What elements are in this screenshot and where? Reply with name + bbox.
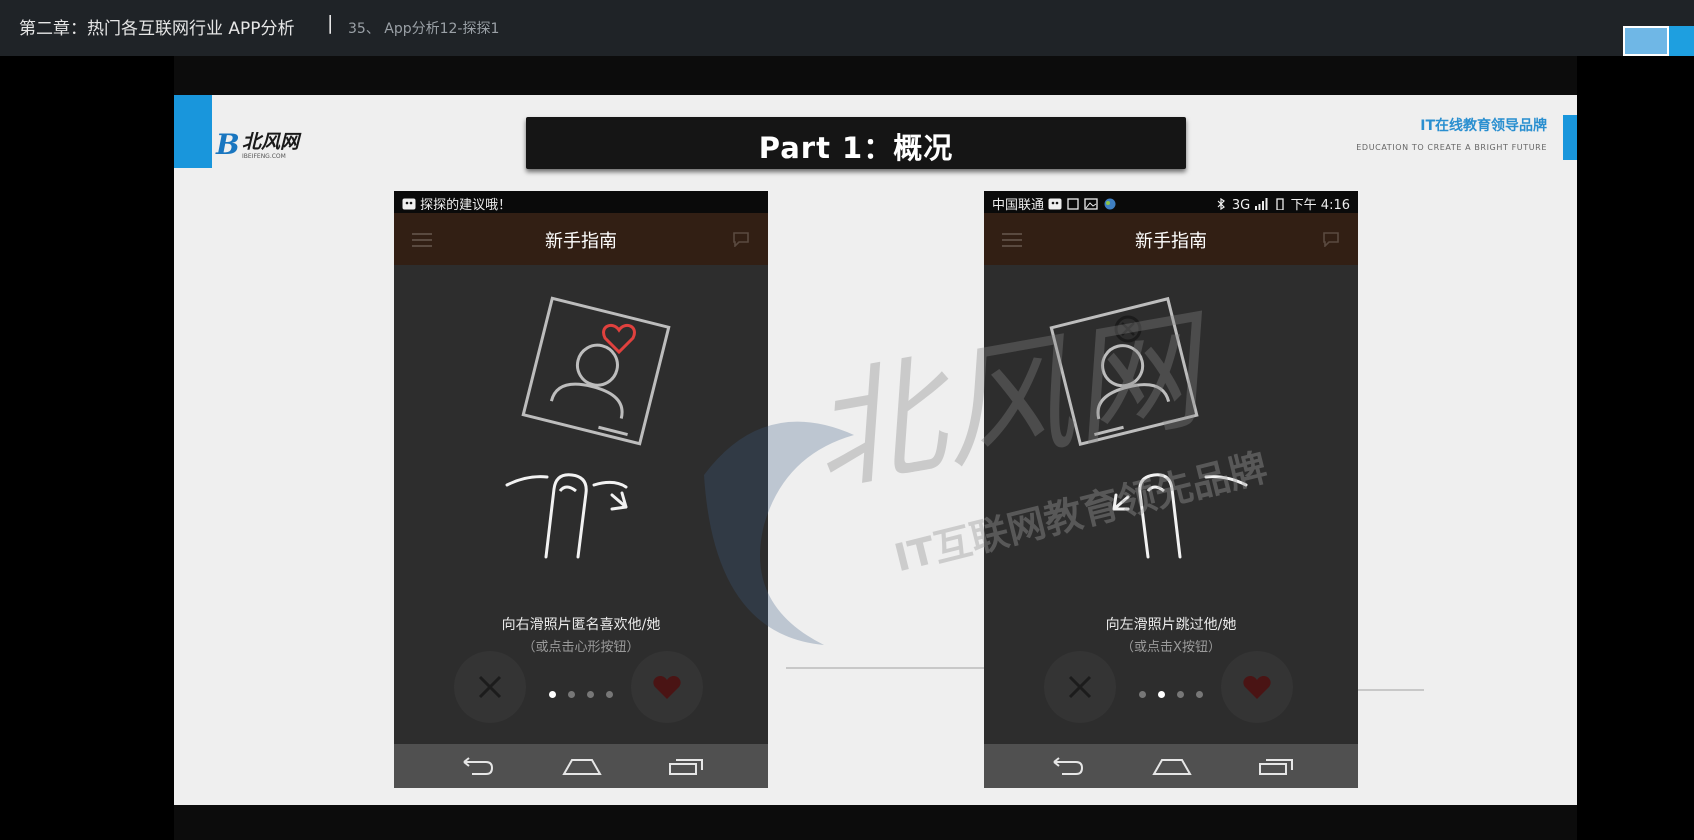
phone-screenshot-skip: 中国联通 3G 下午 4:16 新手指南 向左滑照片跳过他/她 （或点击X按钮） xyxy=(984,191,1358,788)
swipe-illustration xyxy=(505,296,671,559)
clock: 下午 4:16 xyxy=(1290,198,1350,213)
app-title: 新手指南 xyxy=(1135,231,1207,252)
android-nav-bar xyxy=(984,744,1358,788)
globe-icon xyxy=(1104,198,1116,210)
recent-apps-icon[interactable] xyxy=(1258,756,1294,776)
swipe-left-arrow xyxy=(1112,493,1130,511)
home-icon[interactable] xyxy=(1152,756,1192,776)
heart-filled-icon xyxy=(653,676,681,699)
tantan-notification-icon xyxy=(1048,198,1062,210)
status-text: 探探的建议哦！ xyxy=(420,198,512,213)
swipe-right-arrow xyxy=(610,491,628,511)
back-icon[interactable] xyxy=(458,756,494,776)
app-bar: 新手指南 xyxy=(984,213,1358,265)
page-dot[interactable] xyxy=(1177,691,1184,698)
player-top-bar: 第二章：热门各互联网行业 APP分析 | 35、 App分析12-探探1 xyxy=(0,0,1694,56)
swipe-illustration xyxy=(1049,296,1248,559)
mascot-icon xyxy=(1625,28,1667,54)
logo-mark: B xyxy=(216,128,240,161)
chat-icon[interactable] xyxy=(1322,231,1340,247)
signal-icon xyxy=(1255,198,1268,210)
lesson-title: 35、 App分析12-探探1 xyxy=(348,21,500,37)
logo-name: 北风网 xyxy=(242,131,300,153)
like-button[interactable] xyxy=(631,651,703,723)
carrier-name: 中国联通 xyxy=(992,198,1045,213)
status-notification: 探探的建议哦！ xyxy=(402,194,511,213)
back-icon[interactable] xyxy=(1048,756,1084,776)
status-right: 3G 下午 4:16 xyxy=(1214,194,1350,213)
page-dot[interactable] xyxy=(568,691,575,698)
android-nav-bar xyxy=(394,744,768,788)
close-icon xyxy=(1068,675,1092,699)
photo-card xyxy=(521,296,671,446)
skip-button[interactable] xyxy=(454,651,526,723)
status-bar: 探探的建议哦！ xyxy=(394,191,768,213)
page-dot[interactable] xyxy=(587,691,594,698)
sim-icon xyxy=(1067,198,1079,210)
like-button[interactable] xyxy=(1221,651,1293,723)
page-dot[interactable] xyxy=(549,691,556,698)
corner-widget[interactable] xyxy=(1623,26,1694,56)
page-dot[interactable] xyxy=(606,691,613,698)
page-dot[interactable] xyxy=(1139,691,1146,698)
fullscreen-icon[interactable] xyxy=(1669,26,1694,56)
title-separator: | xyxy=(327,12,334,34)
heart-filled-icon xyxy=(1243,676,1271,699)
phone-screenshot-like: 探探的建议哦！ 新手指南 向右滑照片匿名喜欢他/她 （或点击心形按钮） xyxy=(394,191,768,788)
chapter-title: 第二章：热门各互联网行业 APP分析 xyxy=(19,19,295,39)
app-title: 新手指南 xyxy=(545,231,617,252)
bluetooth-icon xyxy=(1217,198,1225,210)
page-dot[interactable] xyxy=(1196,691,1203,698)
recent-apps-icon[interactable] xyxy=(668,756,704,776)
guide-subcaption: （或点击X按钮） xyxy=(1121,640,1221,655)
slide-title-banner: Part 1：概况 xyxy=(526,117,1186,169)
close-circle-icon xyxy=(1114,315,1142,343)
brand-slogan-cn: IT在线教育领导品牌 xyxy=(1420,118,1547,134)
network-type: 3G xyxy=(1231,198,1251,213)
skip-button[interactable] xyxy=(1044,651,1116,723)
chat-icon[interactable] xyxy=(732,231,750,247)
image-icon xyxy=(1084,198,1099,210)
slide-title: Part 1：概况 xyxy=(758,131,954,165)
close-icon xyxy=(478,675,502,699)
photo-card xyxy=(1049,296,1199,447)
status-bar: 中国联通 3G 下午 4:16 xyxy=(984,191,1358,213)
status-left: 中国联通 xyxy=(992,194,1117,213)
page-indicator xyxy=(394,691,768,698)
slide-accent-right xyxy=(1563,115,1577,160)
logo-url: IBEIFENG.COM xyxy=(242,153,286,160)
guide-caption: 向左滑照片跳过他/她 xyxy=(1105,617,1237,633)
home-icon[interactable] xyxy=(562,756,602,776)
page-dot[interactable] xyxy=(1158,691,1165,698)
beifeng-logo: B 北风网 IBEIFENG.COM xyxy=(214,123,314,163)
app-bar: 新手指南 xyxy=(394,213,768,265)
slide-accent-left xyxy=(174,95,212,168)
brand-slogan-en: EDUCATION TO CREATE A BRIGHT FUTURE xyxy=(1356,143,1547,152)
slide: B 北风网 IBEIFENG.COM IT在线教育领导品牌 EDUCATION … xyxy=(174,95,1577,805)
guide-subcaption: （或点击心形按钮） xyxy=(522,640,640,655)
page-indicator xyxy=(984,691,1358,698)
tantan-notification-icon xyxy=(402,198,416,210)
battery-icon xyxy=(1275,198,1284,210)
guide-caption: 向右滑照片匿名喜欢他/她 xyxy=(501,617,661,633)
